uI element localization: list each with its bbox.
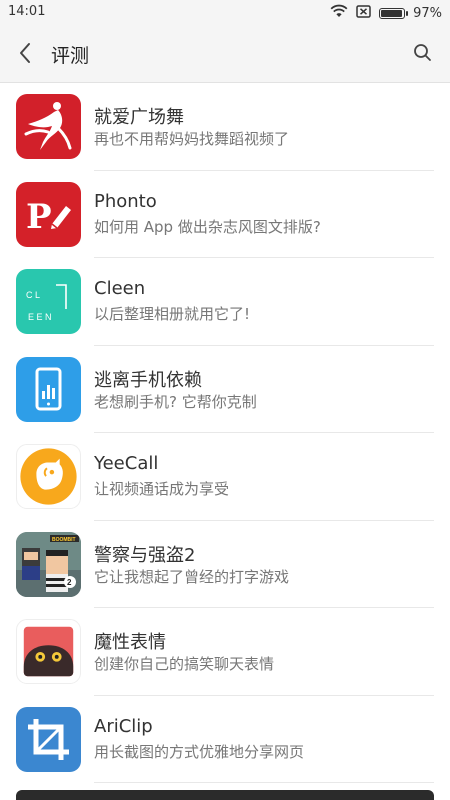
next-item-preview (16, 790, 434, 800)
list-item-phonto[interactable]: P Phonto 如何用 App 做出杂志风图文排版? (0, 171, 450, 258)
review-list: 就爱广场舞 再也不用帮妈妈找舞蹈视频了 P Phonto 如何用 App 做出杂… (0, 83, 450, 783)
list-item-moxing-biaoqing[interactable]: 魔性表情 创建你自己的搞笑聊天表情 (0, 608, 450, 696)
page-title: 评测 (51, 45, 90, 67)
battery-icon (379, 7, 409, 19)
list-item-yeecall[interactable]: YeeCall 让视频通话成为享受 (0, 433, 450, 521)
app-name: Cleen (94, 278, 146, 299)
list-item-cops-robbers-2[interactable]: BOOMBIT 2 警察与强盗2 它让我想起了曾经的打字游戏 (0, 521, 450, 608)
list-item-cleen[interactable]: C L E E N Cleen 以后整理相册就用它了! (0, 258, 450, 346)
crop-icon (16, 706, 81, 772)
svg-text:BOOMBIT: BOOMBIT (52, 537, 76, 543)
app-name: AriClip (94, 715, 153, 737)
app-description: 以后整理相册就用它了! (94, 305, 251, 323)
header: 评测 (0, 26, 450, 83)
back-button[interactable] (12, 38, 40, 68)
chevron-left-icon (20, 43, 30, 63)
search-button[interactable] (410, 40, 436, 66)
app-name: Phonto (94, 190, 157, 212)
no-sim-icon (356, 4, 371, 22)
svg-text:E E N: E E N (28, 312, 52, 322)
divider (94, 782, 434, 783)
app-description: 如何用 App 做出杂志风图文排版? (94, 217, 321, 236)
app-name: 就爱广场舞 (94, 107, 184, 128)
app-description: 创建你自己的搞笑聊天表情 (94, 655, 275, 673)
search-icon (414, 44, 431, 61)
app-name: YeeCall (94, 453, 159, 474)
svg-text:2: 2 (67, 578, 72, 587)
svg-text:C L: C L (26, 290, 40, 300)
cops-robbers-icon: BOOMBIT 2 (16, 531, 81, 597)
app-name: 警察与强盗2 (94, 544, 196, 566)
list-item-jiuai-guangchangwu[interactable]: 就爱广场舞 再也不用帮妈妈找舞蹈视频了 (0, 83, 450, 171)
funny-face-icon (16, 619, 81, 684)
app-description: 老想刷手机? 它帮你克制 (94, 392, 257, 411)
phonto-p-icon: P (16, 181, 81, 247)
phone-stats-icon (16, 356, 81, 422)
dancer-icon (16, 94, 81, 159)
app-description: 让视频通话成为享受 (94, 480, 230, 498)
app-description: 用长截图的方式优雅地分享网页 (94, 742, 305, 761)
yeecall-bird-icon (16, 444, 81, 509)
app-description: 它让我想起了曾经的打字游戏 (94, 567, 290, 586)
svg-text:P: P (26, 197, 52, 237)
battery-percent: 97% (413, 5, 442, 21)
status-bar: 14:01 97% (0, 0, 450, 26)
list-item-taoli-shouji-yilai[interactable]: 逃离手机依赖 老想刷手机? 它帮你克制 (0, 346, 450, 433)
wifi-icon (330, 4, 348, 22)
status-time: 14:01 (8, 4, 46, 19)
list-item-ariclip[interactable]: AriClip 用长截图的方式优雅地分享网页 (0, 696, 450, 783)
app-description: 再也不用帮妈妈找舞蹈视频了 (94, 130, 290, 148)
cleen-icon: C L E E N (16, 269, 81, 334)
app-name: 逃离手机依赖 (94, 369, 202, 391)
app-name: 魔性表情 (94, 632, 166, 653)
